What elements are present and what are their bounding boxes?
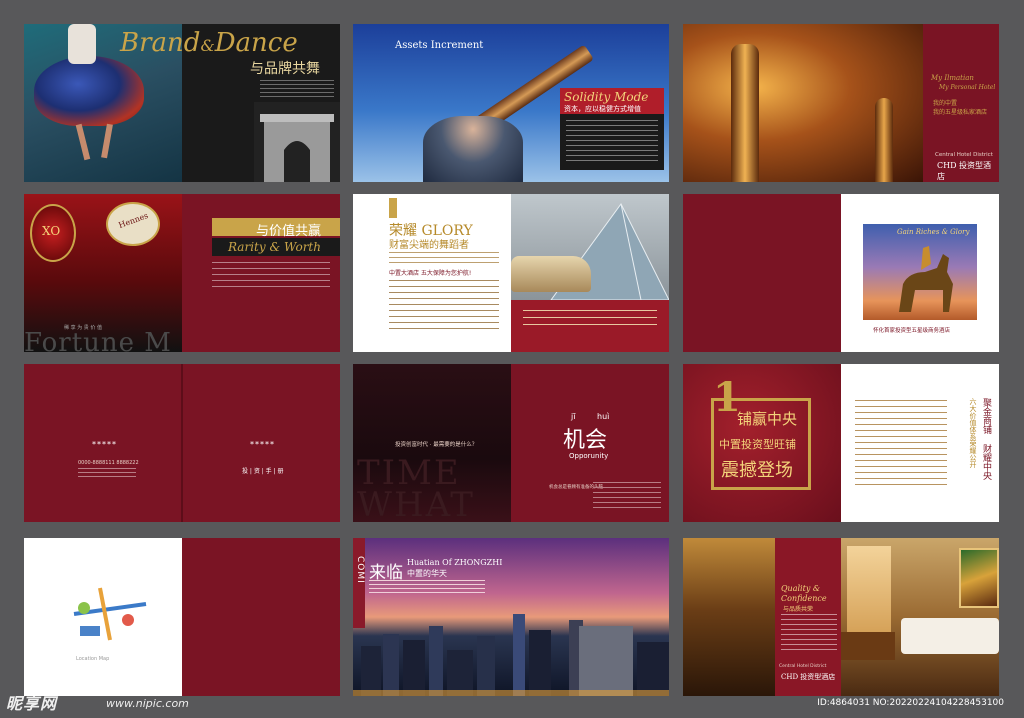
opportunity-question: 投资创富时代 · 最需要的是什么？	[395, 442, 478, 448]
panel-shop-center: 1 铺赢中央 中置投资型旺铺 震撼登场 聚金商铺 财耀中央 六大价值体系荣耀公开	[683, 364, 999, 522]
opportunity-pinyin-2: huì	[597, 412, 610, 421]
shop-line-3: 震撼登场	[721, 460, 793, 481]
equestrian-statue-photo	[863, 224, 977, 320]
hotel-tag-en2: My Personal Hotel	[939, 84, 996, 91]
dancer-skirt	[34, 56, 144, 126]
contact-phone: 0000-8888111 8888222	[78, 460, 139, 466]
gain-riches-plate: Gain Riches & Glory	[897, 228, 970, 236]
panel-brand-dance: Brand&Dance 与品牌共舞	[24, 24, 340, 182]
opportunity-big-what: WHAT	[357, 485, 475, 522]
opportunity-en: Opporunity	[569, 452, 609, 460]
brand-dance-title: Brand&Dance	[120, 28, 298, 58]
dancer-legs	[75, 123, 91, 161]
fortune-word: Fortune M	[24, 328, 172, 352]
dancer-torso	[68, 24, 96, 64]
glory-bottom-text	[523, 310, 657, 330]
arc-de-triomphe-photo	[254, 102, 340, 182]
solidity-mode-title: Solidity Mode	[564, 90, 649, 104]
horse-rider-icon	[899, 246, 953, 312]
hotel-tag-cn2: 我的五星级私家酒店	[933, 109, 988, 116]
shop-vertical-2: 财耀中央	[981, 444, 991, 480]
dancer-legs	[101, 123, 113, 159]
hotel-room-photo	[841, 538, 999, 696]
contact-stars-left: *****	[92, 440, 117, 449]
quality-district: Central Hotel District	[779, 664, 827, 669]
shop-line-2: 中置投资型旺铺	[719, 438, 796, 451]
glory-list	[389, 280, 499, 330]
city-sub-cn: 中置的华天	[407, 569, 447, 578]
opportunity-body	[593, 482, 661, 512]
city-title-en: Huatian Of ZHONGZHI	[407, 558, 503, 567]
city-body-text	[369, 580, 485, 594]
glory-subheading: 财富尖端的舞蹈者	[389, 240, 469, 251]
panel-hotel-room: Quality & Confidence 与品质共荣 Central Hotel…	[683, 538, 999, 696]
quality-chd: CHD 投资型酒店	[781, 673, 836, 681]
solidity-body-text	[566, 120, 658, 164]
gain-riches-caption: 怀化首家投资型五星级商务酒店	[873, 328, 951, 334]
assets-caption: Assets Increment	[395, 40, 484, 51]
city-side-word: COMI	[355, 556, 365, 584]
panel-location-map: Location Map	[24, 538, 340, 696]
glory-gold-bar	[389, 198, 397, 218]
opportunity-hanzi: 机会	[563, 428, 608, 453]
rarity-heading-en: Rarity & Worth	[228, 240, 321, 254]
brand-dance-subtitle: 与品牌共舞	[250, 61, 320, 77]
xo-label: XO	[42, 224, 61, 238]
chess-photo	[683, 24, 923, 182]
chess-pawn-piece	[875, 98, 893, 182]
opportunity-pinyin-1: jī	[571, 412, 576, 421]
chess-king-piece	[731, 44, 759, 182]
glory-line: 中置大酒店 五大保障为您护航!	[389, 270, 472, 277]
shop-vertical-1: 聚金商铺	[981, 398, 991, 434]
lobby-photo	[683, 538, 775, 696]
panel-city-skyline: COMI 来临 Huatian Of ZHONGZHI 中置的华天	[353, 538, 669, 696]
shop-vertical-3: 六大价值体系荣耀公开	[969, 398, 977, 468]
brochure-label: 投 | 资 | 手 | 册	[242, 468, 284, 475]
panel-assets-increment: Assets Increment Solidity Mode 资本，应以稳健方式…	[353, 24, 669, 182]
intro-paragraph	[260, 80, 334, 100]
solidity-badge: Solidity Mode 资本，应以稳健方式增值	[560, 88, 664, 170]
shop-body-text	[855, 400, 947, 490]
watermark-url: www.nipic.com	[106, 697, 189, 710]
contact-divider	[181, 364, 183, 522]
rolls-royce-car	[511, 256, 591, 292]
watermark-brand: 昵享网	[6, 694, 58, 713]
location-map-label: Location Map	[76, 656, 110, 662]
rarity-heading-cn: 与价值共赢	[256, 224, 322, 239]
louvre-pyramid-photo	[511, 194, 669, 300]
watermark-id: ID:4864031 NO:20220224104228453100	[817, 698, 1004, 708]
hotel-tag-en1: My Ilmatian	[931, 74, 974, 82]
hotel-tag-cn1: 我的中置	[933, 100, 958, 107]
quality-cn: 与品质共荣	[783, 606, 814, 613]
panel-chess-hotel: My Ilmatian My Personal Hotel 我的中置 我的五星级…	[683, 24, 999, 182]
quality-en-2: Confidence	[781, 594, 827, 603]
city-buildings	[353, 614, 669, 696]
panel-opportunity: 投资创富时代 · 最需要的是什么？ TIME WHAT jī huì 机会 Op…	[353, 364, 669, 522]
room-window	[847, 546, 891, 646]
quality-body-text	[781, 614, 837, 654]
room-bed	[901, 618, 999, 654]
hotel-district: Central Hotel District	[935, 152, 993, 158]
contact-address	[78, 468, 136, 480]
panel-glory: 荣耀 GLORY 财富尖端的舞蹈者 中置大酒店 五大保障为您护航!	[353, 194, 669, 352]
room-table	[841, 632, 895, 660]
panel-rarity-worth: XO Hennes 与价值共赢 Rarity & Worth 稀 享 为 贵 价…	[24, 194, 340, 352]
hotel-chd-label: CHD 投资型酒店	[937, 161, 992, 181]
solidity-mode-subtitle: 资本，应以稳健方式增值	[564, 105, 641, 113]
quality-en-1: Quality &	[781, 584, 820, 593]
panel-gain-riches: Gain Riches & Glory 怀化首家投资型五星级商务酒店	[683, 194, 999, 352]
shop-line-1: 铺赢中央	[737, 410, 798, 428]
location-map-graphic	[73, 587, 147, 641]
glory-body-text	[389, 252, 499, 266]
panel-contact: ***** 0000-8888111 8888222 ***** 投 | 资 |…	[24, 364, 340, 522]
rarity-body-text	[212, 262, 330, 290]
businessman-photo	[423, 116, 523, 182]
room-painting	[959, 548, 999, 608]
contact-stars-right: *****	[250, 440, 275, 449]
